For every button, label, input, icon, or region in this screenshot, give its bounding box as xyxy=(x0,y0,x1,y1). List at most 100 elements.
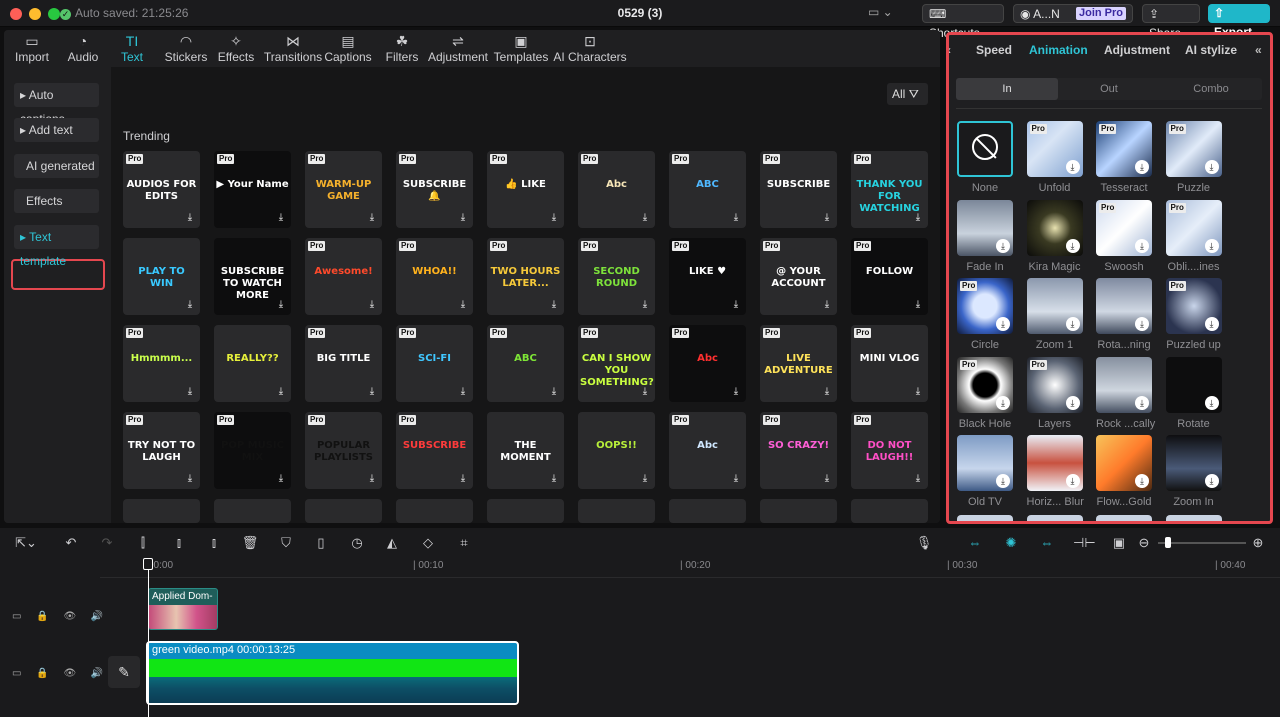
animation-item[interactable]: Pro ⤓ Swoosh xyxy=(1096,199,1152,273)
download-icon[interactable]: ⤓ xyxy=(457,386,469,398)
text-template-tile[interactable]: Pro ABC ⤓ xyxy=(487,325,564,402)
text-template-tile[interactable]: Pro POP MUSIC MIX ⤓ xyxy=(214,412,291,489)
text-template-tile[interactable]: Pro Abc ⤓ xyxy=(578,151,655,228)
download-icon[interactable]: ⤓ xyxy=(548,386,560,398)
download-icon[interactable]: ⤓ xyxy=(912,212,924,224)
download-icon[interactable]: ⤓ xyxy=(996,474,1010,488)
freeze-icon[interactable]: ▯ xyxy=(312,535,330,551)
download-icon[interactable]: ⤓ xyxy=(730,212,742,224)
text-template-tile[interactable]: Pro SUBSCRIBE 🔔 ⤓ xyxy=(396,151,473,228)
text-template-tile[interactable]: Pro TWO HOURS LATER... ⤓ xyxy=(487,238,564,315)
text-template-tile[interactable] xyxy=(396,499,473,523)
download-icon[interactable]: ⤓ xyxy=(639,212,651,224)
download-icon[interactable]: ⤓ xyxy=(639,386,651,398)
text-template-tile[interactable]: REALLY?? ⤓ xyxy=(214,325,291,402)
text-template-tile[interactable]: Pro DO NOT LAUGH!! ⤓ xyxy=(851,412,928,489)
animation-item[interactable]: ⤓ Rock ...cally xyxy=(1096,356,1155,430)
text-template-tile[interactable]: Pro MINI VLOG ⤓ xyxy=(851,325,928,402)
text-template-tile[interactable]: Pro 👍 LIKE ⤓ xyxy=(487,151,564,228)
text-template-tile[interactable] xyxy=(578,499,655,523)
download-icon[interactable]: ⤓ xyxy=(1204,238,1219,253)
text-template-tile[interactable]: Pro Awesome! ⤓ xyxy=(305,238,382,315)
video-clip[interactable]: green video.mp4 00:00:13:25 xyxy=(146,641,519,705)
animation-item[interactable]: ⤓ Zoom 1 xyxy=(1026,278,1083,351)
download-icon[interactable]: ⤓ xyxy=(821,386,833,398)
download-icon[interactable]: ⤓ xyxy=(821,299,833,311)
zoom-slider[interactable] xyxy=(1158,542,1246,544)
tab-transitions[interactable]: ⋈ Transitions xyxy=(262,32,324,64)
join-pro-button[interactable]: Join Pro xyxy=(1076,7,1127,20)
text-template-tile[interactable]: PLAY TO WIN ⤓ xyxy=(123,238,200,315)
animation-thumbnail[interactable] xyxy=(957,515,1013,521)
download-icon[interactable]: ⤓ xyxy=(1204,160,1219,174)
download-icon[interactable]: ⤓ xyxy=(366,473,378,485)
download-icon[interactable]: ⤓ xyxy=(996,395,1010,410)
animation-item[interactable]: Pro ⤓ Circle xyxy=(957,278,1013,351)
rotate-icon[interactable]: ◇ xyxy=(419,535,437,551)
text-template-tile[interactable]: SUBSCRIBE TO WATCH MORE ⤓ xyxy=(214,238,291,315)
text-template-tile[interactable]: THE MOMENT ⤓ xyxy=(487,412,564,489)
tab-effects[interactable]: ✧ Effects xyxy=(213,32,259,64)
mirror-icon[interactable]: ◭ xyxy=(383,535,401,551)
text-template-tile[interactable]: OOPS!! ⤓ xyxy=(578,412,655,489)
download-icon[interactable]: ⤓ xyxy=(912,386,924,398)
text-template-tile[interactable]: Pro SUBSCRIBE ⤓ xyxy=(396,412,473,489)
zoom-window-button[interactable] xyxy=(48,8,60,20)
speed-icon[interactable]: ◷ xyxy=(348,535,366,551)
download-icon[interactable]: ⤓ xyxy=(457,299,469,311)
preview-axis-icon[interactable]: ⊣⊢ xyxy=(1073,535,1096,551)
download-icon[interactable]: ⤓ xyxy=(996,317,1010,331)
text-template-tile[interactable]: Pro Abc ⤓ xyxy=(669,412,746,489)
redo-icon[interactable]: ↷ xyxy=(98,535,116,551)
download-icon[interactable]: ⤓ xyxy=(1204,395,1219,410)
text-template-tile[interactable] xyxy=(123,499,200,523)
text-template-tile[interactable]: Pro SECOND ROUND ⤓ xyxy=(578,238,655,315)
sidebar-item-add-text[interactable]: ▸ Add text xyxy=(14,118,99,142)
select-tool-icon[interactable]: ⇱⌄ xyxy=(12,535,40,551)
animation-thumbnail[interactable] xyxy=(1026,515,1083,521)
tab-animation[interactable]: Animation xyxy=(1029,43,1088,57)
collapse-panel-icon[interactable]: « xyxy=(1255,43,1262,57)
text-template-tile[interactable]: Pro FOLLOW ⤓ xyxy=(851,238,928,315)
download-icon[interactable]: ⤓ xyxy=(1135,160,1149,174)
download-icon[interactable]: ⤓ xyxy=(1204,317,1219,331)
download-icon[interactable]: ⤓ xyxy=(184,473,196,485)
animation-item[interactable]: None xyxy=(957,121,1013,194)
text-template-tile[interactable]: Pro LIVE ADVENTURE ⤓ xyxy=(760,325,837,402)
segment-out[interactable]: Out xyxy=(1058,78,1160,100)
undo-icon[interactable]: ↶ xyxy=(62,535,80,551)
download-icon[interactable]: ⤓ xyxy=(275,212,287,224)
animation-thumbnail[interactable] xyxy=(1096,515,1152,521)
text-template-tile[interactable] xyxy=(305,499,382,523)
download-icon[interactable]: ⤓ xyxy=(548,299,560,311)
animation-item[interactable]: Pro ⤓ Black Hole xyxy=(957,356,1013,430)
caption-icon[interactable]: ▣ xyxy=(1109,535,1129,551)
auto-snap-icon[interactable]: ✺ xyxy=(1001,535,1021,551)
tab-adjustment[interactable]: ⇌ Adjustment xyxy=(427,32,489,64)
playhead[interactable] xyxy=(148,558,149,717)
zoom-out-icon[interactable]: ⊖ xyxy=(1136,535,1152,551)
animation-item[interactable]: ⤓ Horiz... Blur xyxy=(1026,435,1084,508)
download-icon[interactable]: ⤓ xyxy=(184,212,196,224)
tab-ai-stylize[interactable]: AI stylize xyxy=(1185,43,1237,57)
download-icon[interactable]: ⤓ xyxy=(1065,317,1080,331)
crop-icon[interactable]: ⌗ xyxy=(455,535,473,551)
download-icon[interactable]: ⤓ xyxy=(1135,317,1149,331)
text-template-tile[interactable]: Pro ▶ Your Name ⤓ xyxy=(214,151,291,228)
text-template-tile[interactable]: Pro TRY NOT TO LAUGH ⤓ xyxy=(123,412,200,489)
text-clip[interactable]: Applied Dom- xyxy=(148,588,218,630)
animation-item[interactable]: Pro ⤓ Unfold xyxy=(1026,121,1083,194)
download-icon[interactable]: ⤓ xyxy=(184,299,196,311)
split-icon[interactable]: ⫿ xyxy=(134,535,152,551)
download-icon[interactable]: ⤓ xyxy=(548,212,560,224)
tab-stickers[interactable]: ◠ Stickers xyxy=(161,32,211,64)
time-ruler[interactable]: 00:00 | 00:10 | 00:20 | 00:30 | 00:40 xyxy=(100,556,1280,578)
text-template-tile[interactable]: Pro CAN I SHOW YOU SOMETHING? ⤓ xyxy=(578,325,655,402)
tab-templates[interactable]: ▣ Templates xyxy=(493,32,549,64)
download-icon[interactable]: ⤓ xyxy=(912,299,924,311)
playhead-handle[interactable] xyxy=(143,558,153,570)
animation-item[interactable]: ⤓ Flow...Gold xyxy=(1096,435,1152,508)
download-icon[interactable]: ⤓ xyxy=(366,212,378,224)
sidebar-item-auto-captions[interactable]: ▸ Auto captions xyxy=(14,83,99,126)
download-icon[interactable]: ⤓ xyxy=(184,386,196,398)
